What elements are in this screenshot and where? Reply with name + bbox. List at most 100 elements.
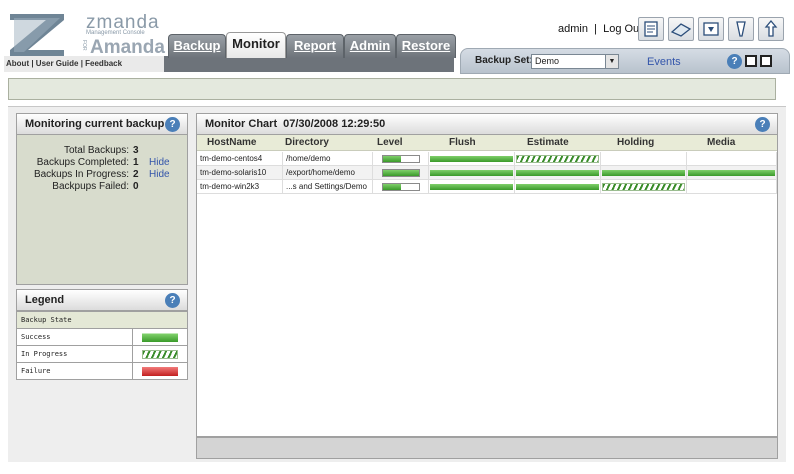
monitoring-panel-title: Monitoring current backup ? (16, 113, 188, 135)
legend-label-failure: Failure (16, 362, 133, 380)
tab-restore[interactable]: Restore (396, 34, 456, 58)
legend-panel: Legend ? Backup State Success In Progres… (16, 289, 188, 381)
col-level[interactable]: Level (377, 135, 403, 151)
total-backups-row: Total Backups: 3 (17, 145, 187, 157)
backup-where-icon[interactable] (638, 17, 664, 41)
flush-success-bar (430, 156, 513, 162)
level-progress-fill (383, 184, 401, 190)
table-row[interactable]: tm-demo-centos4/home/demo (197, 152, 777, 166)
holding-progress-bar (602, 183, 685, 191)
monitor-chart-panel: Monitor Chart 07/30/2008 12:29:50 ? HostN… (196, 113, 778, 459)
level-progress-bar (382, 183, 420, 191)
level-progress-fill (383, 156, 401, 162)
flush-success-bar (430, 170, 513, 176)
logout-link[interactable]: Log Out (603, 23, 642, 35)
total-backups-label: Total Backups: (63, 145, 129, 156)
backup-what-icon[interactable] (668, 17, 694, 41)
legend-section-label: Backup State (16, 311, 188, 329)
zmanda-logo[interactable]: zmanda Management Console FOR Amanda (10, 10, 165, 58)
events-link[interactable]: Events (647, 56, 681, 68)
table-row[interactable]: tm-demo-win2k3 ...s and Settings/Demo (197, 180, 777, 194)
progress-swatch (142, 349, 178, 359)
tab-monitor[interactable]: Monitor (226, 32, 286, 58)
tab-backup[interactable]: Backup (168, 34, 226, 58)
estimate-success-bar (516, 170, 599, 176)
backup-set-value: Demo (535, 56, 560, 66)
col-flush[interactable]: Flush (449, 135, 476, 151)
estimate-success-bar (516, 184, 599, 190)
col-directory[interactable]: Directory (285, 135, 329, 151)
failed-backups-row: Backpups Failed: 0 (17, 181, 187, 193)
col-media[interactable]: Media (707, 135, 735, 151)
restore-window-icon[interactable] (745, 55, 757, 67)
monitoring-panel: Monitoring current backup ? Total Backup… (16, 113, 188, 285)
hostname-cell: tm-demo-win2k3 (197, 180, 283, 193)
hide-inprogress-link[interactable]: Hide (149, 169, 170, 180)
completed-backups-row: Backups Completed: 1 Hide (17, 157, 187, 169)
estimate-cell (515, 152, 601, 165)
monitor-chart-grid: HostName Directory Level Flush Estimate … (196, 135, 778, 437)
col-holding[interactable]: Holding (617, 135, 654, 151)
chevron-down-icon[interactable]: ▼ (605, 55, 618, 68)
monitor-chart-title: Monitor Chart 07/30/2008 12:29:50 ? (196, 113, 778, 135)
zmanda-z-logo-icon (10, 14, 64, 56)
backup-when-icon[interactable] (728, 17, 754, 41)
legend-row-progress: In Progress (16, 345, 188, 363)
level-progress-bar (382, 155, 420, 163)
monitor-chart-header-row: HostName Directory Level Flush Estimate … (197, 135, 777, 151)
level-progress-fill (383, 170, 419, 176)
user-separator: | (594, 23, 597, 35)
inprogress-backups-row: Backups In Progress: 2 Hide (17, 169, 187, 181)
backup-set-bar: Backup Set: Demo ▼ Events ? (460, 48, 790, 74)
failed-backups-label: Backpups Failed: (52, 181, 129, 192)
backup-how-icon[interactable] (698, 17, 724, 41)
hide-completed-link[interactable]: Hide (149, 157, 170, 168)
hostname-cell: tm-demo-centos4 (197, 152, 283, 165)
about-links[interactable]: About | User Guide | Feedback (4, 56, 164, 72)
estimate-cell (515, 166, 601, 179)
legend-row-failure: Failure (16, 362, 188, 380)
completed-backups-value: 1 (133, 157, 139, 168)
legend-label-progress: In Progress (16, 345, 133, 363)
brand-subtitle: Management Console (86, 30, 145, 36)
inprogress-backups-label: Backups In Progress: (33, 169, 129, 180)
level-cell (373, 152, 429, 165)
backup-activate-icon[interactable] (758, 17, 784, 41)
holding-cell (601, 166, 687, 179)
backup-set-label: Backup Set: (475, 55, 533, 66)
col-hostname[interactable]: HostName (207, 135, 256, 151)
help-icon[interactable]: ? (165, 293, 180, 308)
legend-row-success: Success (16, 328, 188, 346)
legend-label-success: Success (16, 328, 133, 346)
help-icon[interactable]: ? (165, 117, 180, 132)
table-row[interactable]: tm-demo-solaris10/export/home/demo (197, 166, 777, 180)
hostname-cell: tm-demo-solaris10 (197, 166, 283, 179)
media-cell (687, 180, 777, 193)
monitor-chart-timestamp: 07/30/2008 12:29:50 (283, 118, 386, 130)
col-estimate[interactable]: Estimate (527, 135, 569, 151)
completed-backups-label: Backups Completed: (36, 157, 129, 168)
help-icon[interactable]: ? (755, 117, 770, 132)
media-cell (687, 152, 777, 165)
monitor-chart-label: Monitor Chart (205, 118, 278, 130)
maximize-window-icon[interactable] (760, 55, 772, 67)
level-cell (373, 166, 429, 179)
app-header: zmanda Management Console FOR Amanda Abo… (4, 4, 790, 74)
legend-table: Backup State Success In Progress Failure (16, 311, 188, 380)
help-icon[interactable]: ? (727, 54, 742, 69)
directory-cell: ...s and Settings/Demo (283, 180, 373, 193)
level-cell (373, 180, 429, 193)
backup-set-select[interactable]: Demo ▼ (531, 54, 619, 69)
estimate-cell (515, 180, 601, 193)
media-cell (687, 166, 777, 179)
flush-cell (429, 166, 515, 179)
brand-for: FOR (81, 40, 87, 51)
holding-cell (601, 180, 687, 193)
flush-cell (429, 180, 515, 193)
holding-cell (601, 152, 687, 165)
tab-report[interactable]: Report (286, 34, 344, 58)
holding-success-bar (602, 170, 685, 176)
monitoring-panel-body: Total Backups: 3 Backups Completed: 1 Hi… (16, 135, 188, 285)
tab-admin[interactable]: Admin (344, 34, 396, 58)
flush-cell (429, 152, 515, 165)
